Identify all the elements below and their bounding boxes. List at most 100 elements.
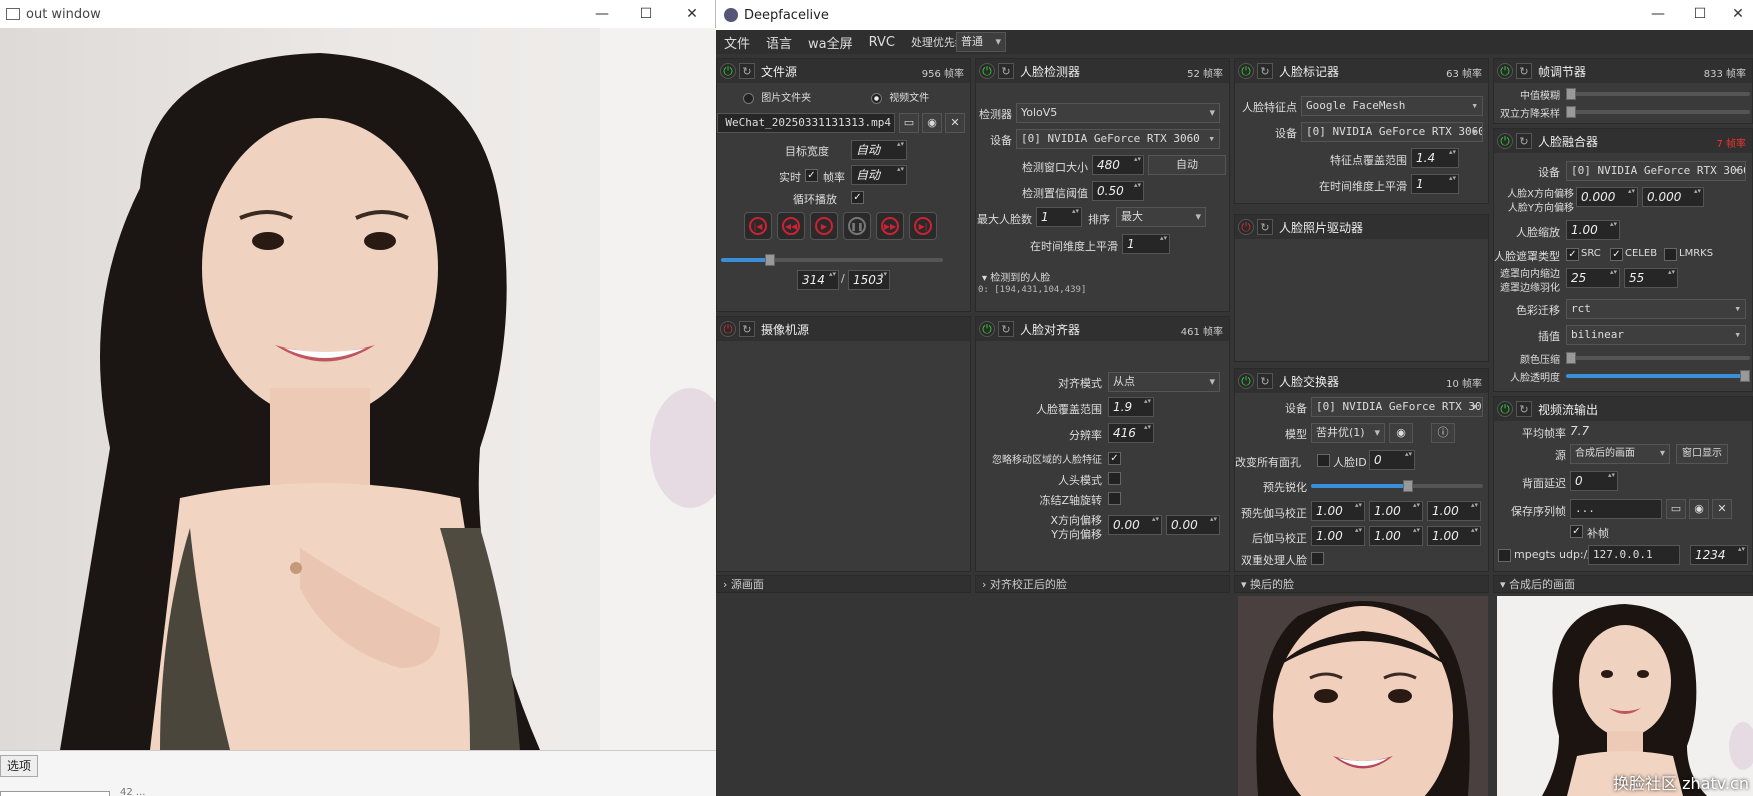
model-select[interactable]: 苦井优(1) (1311, 423, 1385, 443)
fill-frames-checkbox[interactable]: ✓ (1570, 525, 1583, 538)
power-icon[interactable]: ⏻ (1238, 373, 1254, 389)
merged-frame-header[interactable]: ▾ 合成后的画面 (1493, 575, 1753, 593)
xoff-input[interactable]: 0.000 (1576, 187, 1638, 207)
coverage-input[interactable]: 1.9 (1108, 397, 1154, 417)
blur-input[interactable]: 55 (1624, 268, 1678, 288)
erode-input[interactable]: 25 (1566, 268, 1620, 288)
reload-icon[interactable]: ↻ (739, 321, 755, 337)
menu-file[interactable]: 文件 (724, 33, 750, 52)
close-button[interactable]: ✕ (670, 0, 714, 28)
median-knob[interactable] (1566, 88, 1576, 100)
menu-fullscreen[interactable]: wa全屏 (808, 33, 853, 52)
info-icon[interactable]: ⓘ (1431, 423, 1455, 443)
max-faces-input[interactable]: 1 (1036, 207, 1082, 227)
maximize-button[interactable]: ☐ (624, 0, 668, 28)
menu-language[interactable]: 语言 (766, 33, 792, 52)
reload-icon[interactable]: ↻ (1257, 373, 1273, 389)
scale-input[interactable]: 1.00 (1566, 220, 1620, 240)
folder-icon[interactable]: ▭ (899, 113, 919, 133)
src-checkbox[interactable]: ✓ (1566, 248, 1579, 261)
sort-select[interactable]: 最大 (1116, 207, 1206, 227)
threshold-input[interactable]: 0.50 (1092, 181, 1144, 201)
eye-icon[interactable]: ◉ (1689, 499, 1709, 519)
head-mode-checkbox[interactable] (1108, 472, 1121, 485)
color-transfer-select[interactable]: rct (1566, 299, 1746, 319)
xoff-input[interactable]: 0.00 (1108, 515, 1162, 535)
folder-icon[interactable]: ▭ (1666, 499, 1686, 519)
loop-checkbox[interactable]: ✓ (851, 191, 864, 204)
target-width-input[interactable]: 自动 (851, 140, 907, 160)
degrade-knob[interactable] (1566, 106, 1576, 118)
celeb-checkbox[interactable]: ✓ (1610, 248, 1623, 261)
swap-all-checkbox[interactable] (1317, 454, 1330, 467)
ip-input[interactable]: 127.0.0.1 (1588, 545, 1680, 565)
reload-icon[interactable]: ↻ (1516, 63, 1532, 79)
reload-icon[interactable]: ↻ (1257, 63, 1273, 79)
compress-slider[interactable] (1566, 352, 1750, 364)
power-icon[interactable]: ⏻ (720, 63, 736, 79)
pre-gamma-b[interactable]: 1.00 (1427, 501, 1481, 521)
post-gamma-g[interactable]: 1.00 (1369, 526, 1423, 546)
device-select[interactable]: [0] NVIDIA GeForce RTX 3060 (1566, 161, 1746, 181)
opacity-knob[interactable] (1740, 370, 1750, 382)
freeze-checkbox[interactable] (1108, 492, 1121, 505)
seek-slider[interactable] (721, 254, 943, 266)
landmarks-select[interactable]: Google FaceMesh (1301, 96, 1483, 116)
post-gamma-b[interactable]: 1.00 (1427, 526, 1481, 546)
pause-button[interactable]: ❚❚ (843, 212, 871, 240)
detected-toggle[interactable]: ▾ 检测到的人脸 (982, 269, 1050, 284)
forward-button[interactable]: ▶▶ (876, 212, 904, 240)
detector-select[interactable]: YoloV5 (1016, 103, 1220, 123)
rewind-button[interactable]: ◀◀ (777, 212, 805, 240)
clear-icon[interactable]: ✕ (1712, 499, 1732, 519)
options-button[interactable]: 选项 (0, 755, 39, 777)
app-close-button[interactable]: ✕ (1716, 0, 1753, 28)
window-show-button[interactable]: 窗口显示 (1676, 444, 1728, 464)
two-pass-checkbox[interactable] (1311, 552, 1324, 565)
source-frame-header[interactable]: › 源画面 (716, 575, 971, 593)
mpegts-checkbox[interactable] (1498, 549, 1511, 562)
yoff-input[interactable]: 0.000 (1642, 187, 1704, 207)
priority-select[interactable]: 普通 (956, 32, 1006, 52)
reload-icon[interactable]: ↻ (1516, 401, 1532, 417)
yoff-input[interactable]: 0.00 (1166, 515, 1220, 535)
fps-input[interactable]: 自动 (851, 165, 907, 185)
reload-icon[interactable]: ↻ (998, 63, 1014, 79)
reload-icon[interactable]: ↻ (1516, 133, 1532, 149)
app-minimize-button[interactable]: — (1636, 0, 1680, 28)
exclude-checkbox[interactable]: ✓ (1108, 452, 1121, 465)
align-mode-select[interactable]: 从点 (1108, 372, 1220, 392)
menu-rvc[interactable]: RVC (869, 35, 895, 50)
frame-current-input[interactable]: 314 (797, 270, 839, 290)
smooth-input[interactable]: 1 (1411, 174, 1459, 194)
power-icon[interactable]: ⏻ (720, 321, 736, 337)
power-icon[interactable]: ⏻ (1238, 63, 1254, 79)
eye-icon[interactable]: ◉ (922, 113, 942, 133)
interp-select[interactable]: bilinear (1566, 325, 1746, 345)
device-select[interactable]: [0] NVIDIA GeForce RTX 3060 (1301, 122, 1483, 142)
resolution-input[interactable]: 416 (1108, 423, 1154, 443)
power-icon[interactable]: ⏻ (979, 321, 995, 337)
pre-gamma-r[interactable]: 1.00 (1311, 501, 1365, 521)
save-path-input[interactable]: ... (1570, 499, 1662, 519)
face-id-input[interactable]: 0 (1369, 450, 1415, 470)
realtime-checkbox[interactable]: ✓ (805, 169, 818, 182)
eye-icon[interactable]: ◉ (1389, 423, 1413, 443)
seek-knob[interactable] (765, 254, 775, 266)
range-input[interactable]: 1.4 (1411, 148, 1459, 168)
power-icon[interactable]: ⏻ (1497, 401, 1513, 417)
median-slider[interactable] (1566, 88, 1750, 100)
play-button[interactable]: ▶ (810, 212, 838, 240)
first-frame-button[interactable]: |◀ (744, 212, 772, 240)
swapped-face-header[interactable]: ▾ 换后的脸 (1234, 575, 1489, 593)
opt-video-file[interactable]: 视频文件 (871, 89, 929, 104)
reload-icon[interactable]: ↻ (739, 63, 755, 79)
opt-image-folder[interactable]: 图片文件夹 (743, 89, 811, 104)
delay-input[interactable]: 0 (1570, 471, 1618, 491)
power-icon[interactable]: ⏻ (1497, 63, 1513, 79)
presharpen-knob[interactable] (1403, 480, 1413, 492)
reload-icon[interactable]: ↻ (998, 321, 1014, 337)
post-gamma-r[interactable]: 1.00 (1311, 526, 1365, 546)
aligned-face-header[interactable]: › 对齐校正后的脸 (975, 575, 1230, 593)
minimize-button[interactable]: — (580, 0, 624, 28)
